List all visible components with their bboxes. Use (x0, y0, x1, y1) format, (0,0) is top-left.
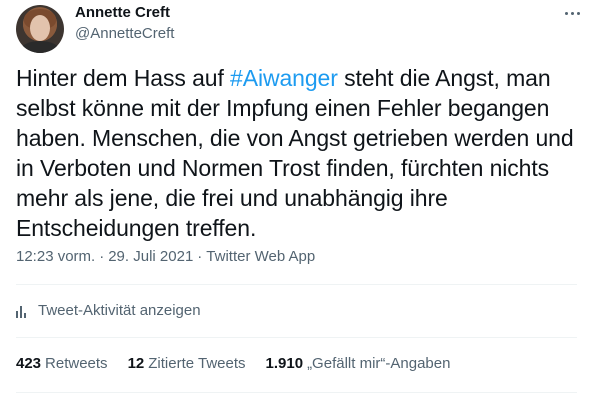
quotes-label: Zitierte Tweets (148, 355, 246, 372)
dot (570, 11, 574, 15)
avatar[interactable] (16, 5, 64, 53)
more-options-icon[interactable] (558, 2, 586, 24)
tweet-meta: 12:23 vorm. · 29. Juli 2021 · Twitter Web Ap… (16, 248, 315, 265)
bar-chart-icon (16, 304, 30, 318)
quote-tweets-stat[interactable]: 12 Zitierte Tweets (128, 355, 246, 372)
avatar-shirt (20, 41, 60, 53)
quotes-count: 12 (127, 355, 145, 372)
user-handle[interactable]: @AnnetteCreft (75, 25, 174, 42)
divider (16, 392, 577, 393)
tweet-date: 29. Juli 2021 (108, 248, 194, 265)
hashtag-link[interactable]: #Aiwanger (230, 65, 338, 91)
tweet-activity-label: Tweet-Aktivität anzeigen (38, 302, 201, 319)
tweet-text-part: Hinter dem Hass auf (16, 65, 231, 91)
retweets-stat[interactable]: 423 Retweets (16, 355, 108, 372)
tweet-text-part: steht die Angst, man selbst könne mit de… (16, 65, 574, 241)
retweets-count: 423 (16, 355, 42, 372)
avatar-face (30, 15, 50, 41)
retweets-label: Retweets (45, 355, 108, 372)
likes-label: „Gefällt mir“-Angaben (307, 355, 451, 372)
tweet-timestamp[interactable]: 12:23 vorm. · 29. Juli 2021 (16, 248, 193, 265)
tweet: Annette Creft @AnnetteCreft Hinter dem H… (0, 0, 593, 402)
divider (16, 284, 577, 285)
separator: · (99, 248, 105, 265)
display-name[interactable]: Annette Creft (75, 4, 170, 21)
separator: · (197, 248, 203, 265)
dot (564, 11, 568, 15)
tweet-stats: 423 Retweets 12 Zitierte Tweets 1.910 „Gefä… (16, 355, 470, 372)
tweet-source[interactable]: Twitter Web App (206, 248, 315, 265)
tweet-activity-button[interactable]: Tweet-Aktivität anzeigen (16, 302, 201, 319)
dot (576, 11, 580, 15)
divider (16, 337, 577, 338)
likes-stat[interactable]: 1.910 „Gefällt mir“-Angaben (266, 355, 451, 372)
tweet-text: Hinter dem Hass auf #Aiwanger steht die … (16, 63, 586, 243)
likes-count: 1.910 (265, 355, 304, 372)
tweet-time: 12:23 vorm. (16, 248, 96, 265)
